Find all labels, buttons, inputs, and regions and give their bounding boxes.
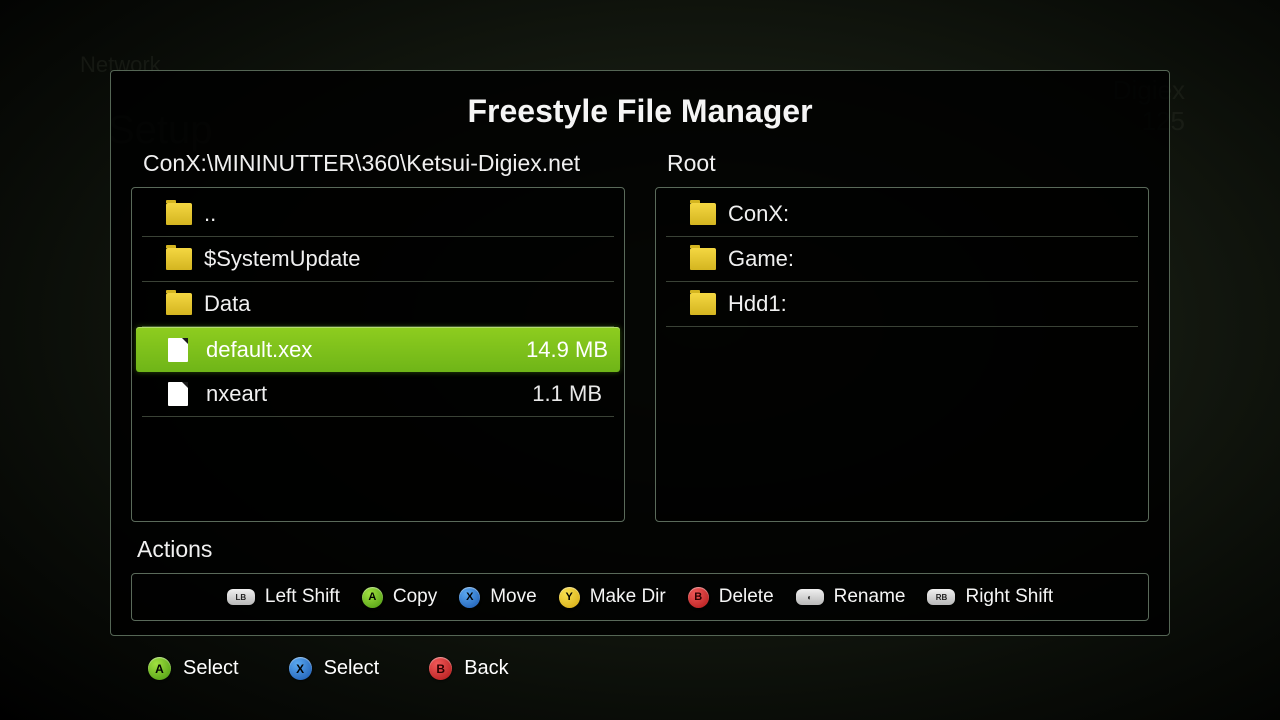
actions-bar: LB Left Shift A Copy X Move Y Make Dir B… xyxy=(131,573,1149,621)
action-move-label: Move xyxy=(490,586,536,608)
folder-icon xyxy=(166,203,192,225)
action-right-shift[interactable]: RB Right Shift xyxy=(927,586,1053,608)
item-size: 1.1 MB xyxy=(532,381,602,407)
left-panel-col: ConX:\MININUTTER\360\Ketsui-Digiex.net .… xyxy=(131,150,625,522)
action-right-shift-label: Right Shift xyxy=(965,586,1053,608)
file-icon xyxy=(168,338,188,362)
folder-row[interactable]: Hdd1: xyxy=(666,282,1138,327)
rb-icon: RB xyxy=(927,589,955,605)
footer-select-a-label: Select xyxy=(183,657,239,680)
b-button-icon: B xyxy=(429,657,452,680)
footer-select-x-label: Select xyxy=(324,657,380,680)
item-name: ConX: xyxy=(728,201,1126,227)
action-copy[interactable]: A Copy xyxy=(362,586,437,608)
action-rename-label: Rename xyxy=(834,586,906,608)
left-panel[interactable]: ..$SystemUpdateDatadefault.xex14.9 MBnxe… xyxy=(131,187,625,522)
item-name: .. xyxy=(204,201,602,227)
y-button-icon: Y xyxy=(559,587,580,608)
file-icon xyxy=(168,382,188,406)
action-make-dir-label: Make Dir xyxy=(590,586,666,608)
x-button-icon: X xyxy=(289,657,312,680)
panels-container: ConX:\MININUTTER\360\Ketsui-Digiex.net .… xyxy=(131,150,1149,522)
action-make-dir[interactable]: Y Make Dir xyxy=(559,586,666,608)
item-name: Data xyxy=(204,291,602,317)
action-copy-label: Copy xyxy=(393,586,437,608)
window-title: Freestyle File Manager xyxy=(131,93,1149,130)
folder-icon xyxy=(690,293,716,315)
folder-row[interactable]: .. xyxy=(142,192,614,237)
folder-row[interactable]: $SystemUpdate xyxy=(142,237,614,282)
actions-label: Actions xyxy=(137,536,1149,563)
footer-select-a[interactable]: A Select xyxy=(148,657,239,680)
right-panel[interactable]: ConX: Game: Hdd1: xyxy=(655,187,1149,522)
item-name: nxeart xyxy=(206,381,532,407)
action-left-shift-label: Left Shift xyxy=(265,586,340,608)
action-rename[interactable]: ◐ Rename xyxy=(796,586,906,608)
folder-icon xyxy=(690,203,716,225)
item-size: 14.9 MB xyxy=(526,337,608,363)
folder-icon xyxy=(166,248,192,270)
folder-icon xyxy=(690,248,716,270)
lb-icon: LB xyxy=(227,589,255,605)
right-path: Root xyxy=(655,150,1149,177)
b-button-icon: B xyxy=(688,587,709,608)
action-left-shift[interactable]: LB Left Shift xyxy=(227,586,340,608)
item-name: Hdd1: xyxy=(728,291,1126,317)
footer-back[interactable]: B Back xyxy=(429,657,508,680)
folder-icon xyxy=(166,293,192,315)
a-button-icon: A xyxy=(148,657,171,680)
item-name: default.xex xyxy=(206,337,526,363)
folder-row[interactable]: Game: xyxy=(666,237,1138,282)
file-row[interactable]: nxeart1.1 MB xyxy=(142,372,614,417)
footer-select-x[interactable]: X Select xyxy=(289,657,380,680)
footer-back-label: Back xyxy=(464,657,508,680)
footer-hints: A Select X Select B Back xyxy=(148,657,509,680)
file-row[interactable]: default.xex14.9 MB xyxy=(136,327,620,372)
item-name: Game: xyxy=(728,246,1126,272)
action-move[interactable]: X Move xyxy=(459,586,536,608)
item-name: $SystemUpdate xyxy=(204,246,602,272)
action-delete-label: Delete xyxy=(719,586,774,608)
folder-row[interactable]: ConX: xyxy=(666,192,1138,237)
file-manager-window: Freestyle File Manager ConX:\MININUTTER\… xyxy=(110,70,1170,636)
right-panel-col: Root ConX: Game: Hdd1: xyxy=(655,150,1149,522)
folder-row[interactable]: Data xyxy=(142,282,614,327)
a-button-icon: A xyxy=(362,587,383,608)
left-path: ConX:\MININUTTER\360\Ketsui-Digiex.net xyxy=(131,150,625,177)
action-delete[interactable]: B Delete xyxy=(688,586,774,608)
back-bumper-icon: ◐ xyxy=(796,589,824,605)
x-button-icon: X xyxy=(459,587,480,608)
